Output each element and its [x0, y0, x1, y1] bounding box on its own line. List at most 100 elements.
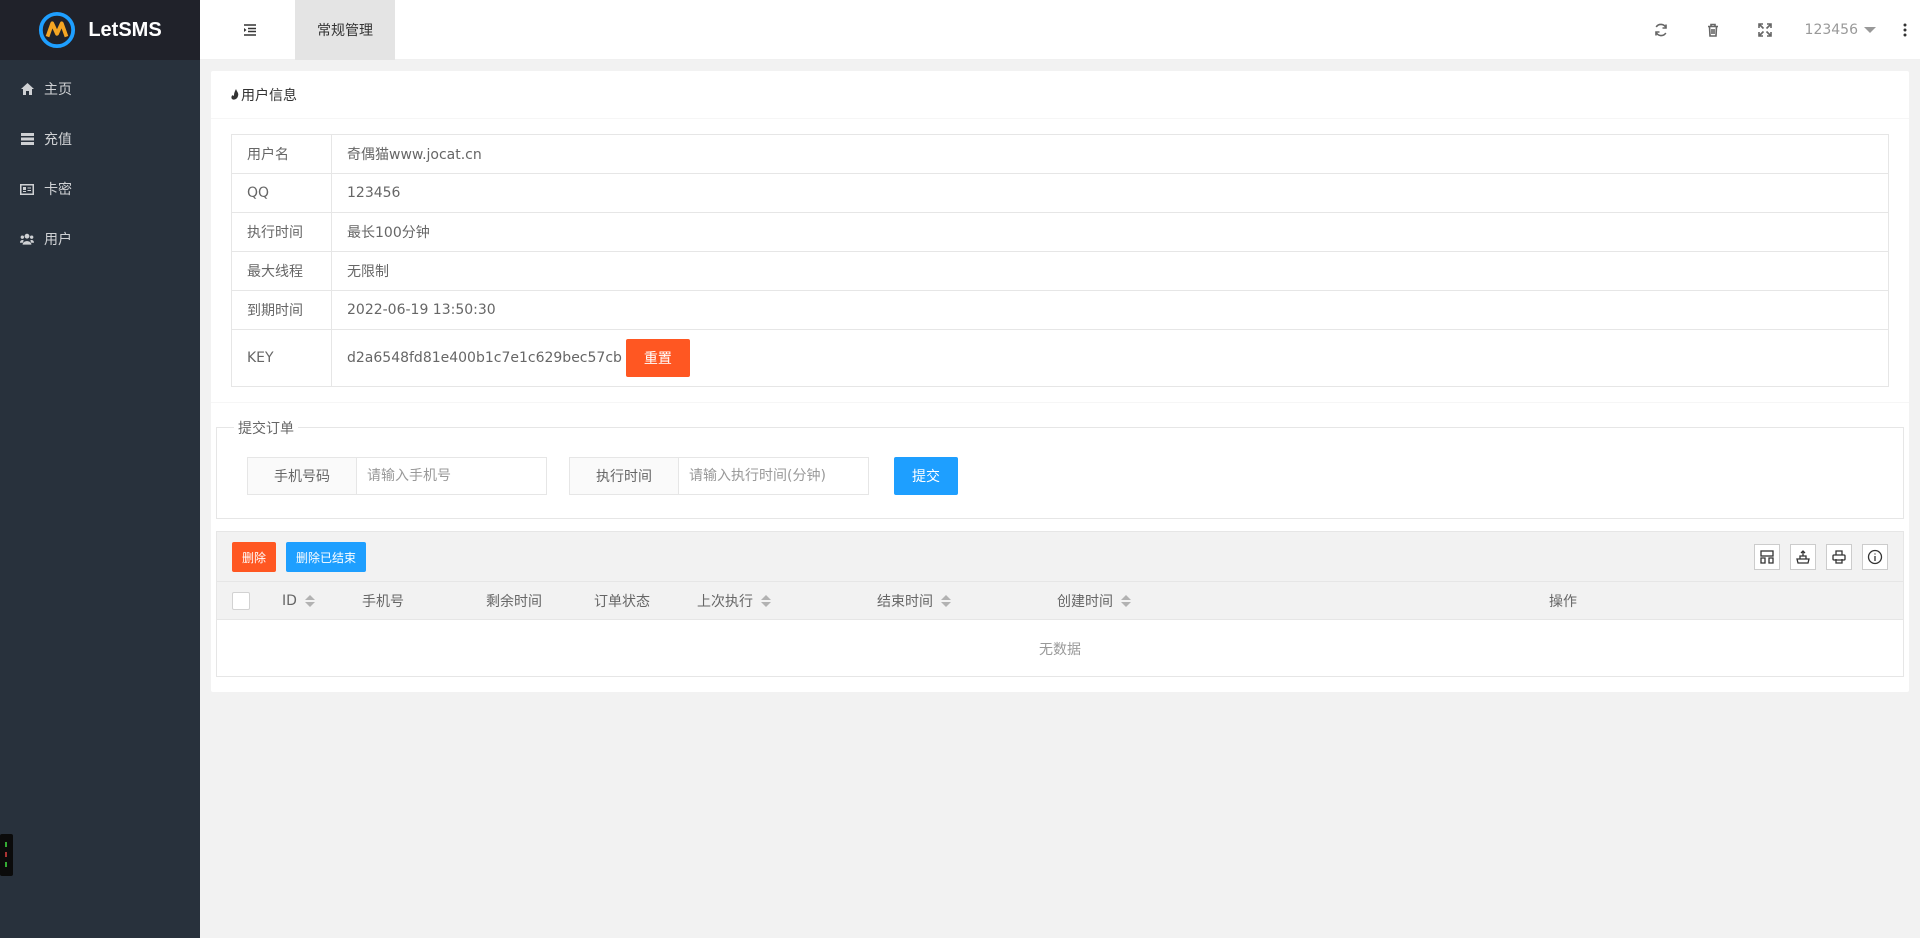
header-actions: 123456 [1635, 0, 1920, 60]
sort-icon [304, 595, 315, 607]
sidebar-item-label: 主页 [44, 82, 72, 98]
export-icon [1796, 550, 1810, 564]
row-label: 用户名 [231, 134, 332, 174]
side-widget[interactable] [0, 834, 13, 876]
user-menu[interactable]: 123456 [1791, 0, 1890, 60]
row-value: 2022-06-19 13:50:30 [331, 290, 1889, 330]
column-header-phone: 手机号 [362, 582, 404, 620]
fire-icon [231, 89, 239, 100]
column-header-remaining: 剩余时间 [486, 582, 542, 620]
order-form: 提交订单 手机号码 执行时间 提交 [216, 418, 1904, 519]
row-value: 奇偶猫www.jocat.cn [331, 134, 1889, 174]
time-input[interactable] [679, 458, 868, 494]
column-header-actions: 操作 [1549, 582, 1577, 620]
table-row: KEY d2a6548fd81e400b1c7e1c629bec57cb 重置 [231, 329, 1889, 387]
top-header: 常规管理 123456 [200, 0, 1920, 60]
row-value: 无限制 [331, 251, 1889, 291]
sidebar-item-cards[interactable]: 卡密 [0, 164, 200, 214]
phone-input-group: 手机号码 [247, 457, 547, 495]
column-header-id[interactable]: ID [282, 582, 315, 620]
select-all-checkbox[interactable] [232, 592, 250, 610]
table-header: ID 手机号 剩余时间 订单状态 上次执行 结束时间 创建时间 操作 [217, 582, 1903, 620]
sidebar-item-home[interactable]: 主页 [0, 64, 200, 114]
server-icon [20, 132, 34, 146]
columns-icon [1760, 550, 1774, 564]
column-label: 结束时间 [877, 594, 933, 610]
row-value-cell: d2a6548fd81e400b1c7e1c629bec57cb 重置 [331, 329, 1889, 387]
column-label: 创建时间 [1057, 594, 1113, 610]
columns-button[interactable] [1754, 544, 1780, 570]
sort-icon [1121, 595, 1131, 607]
column-header-end-time[interactable]: 结束时间 [877, 582, 951, 620]
sidebar-item-label: 卡密 [44, 182, 72, 198]
fullscreen-icon [1757, 23, 1772, 37]
api-key-value: d2a6548fd81e400b1c7e1c629bec57cb [347, 350, 622, 366]
sidebar-item-label: 用户 [44, 232, 72, 248]
column-header-last-run[interactable]: 上次执行 [697, 582, 771, 620]
logo[interactable]: LetSMS [0, 0, 200, 60]
delete-button[interactable]: 删除 [232, 542, 276, 572]
row-value: 123456 [331, 173, 1889, 213]
row-label: KEY [231, 329, 332, 387]
tab-general-management[interactable]: 常规管理 [295, 0, 395, 60]
clear-cache-button[interactable] [1687, 0, 1739, 60]
table-row: 用户名 奇偶猫www.jocat.cn [231, 134, 1889, 174]
refresh-button[interactable] [1635, 0, 1687, 60]
sidebar-item-recharge[interactable]: 充值 [0, 114, 200, 164]
column-label: 订单状态 [594, 594, 650, 610]
phone-input[interactable] [357, 458, 546, 494]
print-icon [1832, 550, 1846, 564]
divider [211, 402, 1909, 403]
card-header: 用户信息 [211, 71, 1909, 119]
trash-icon [1707, 23, 1718, 37]
export-button[interactable] [1790, 544, 1816, 570]
sort-icon [941, 595, 951, 607]
id-card-icon [20, 182, 34, 196]
card-title: 用户信息 [241, 87, 297, 104]
more-button[interactable] [1890, 0, 1920, 60]
home-icon [20, 82, 34, 96]
time-input-group: 执行时间 [569, 457, 869, 495]
row-label: 最大线程 [231, 251, 332, 291]
column-label: 操作 [1549, 594, 1577, 610]
phone-label: 手机号码 [248, 458, 357, 494]
refresh-icon [1654, 23, 1667, 37]
table-row: 最大线程 无限制 [231, 251, 1889, 291]
users-icon [20, 232, 34, 246]
row-label: 执行时间 [231, 212, 332, 252]
time-label: 执行时间 [570, 458, 679, 494]
reset-key-button[interactable]: 重置 [625, 339, 690, 377]
table-row: QQ 123456 [231, 173, 1889, 213]
app-name: LetSMS [88, 18, 162, 41]
print-button[interactable] [1826, 544, 1852, 570]
table-row: 到期时间 2022-06-19 13:50:30 [231, 290, 1889, 330]
empty-state: 无数据 [1039, 642, 1081, 658]
sidebar-item-label: 充值 [44, 132, 72, 148]
logo-icon [39, 11, 76, 49]
menu-toggle-icon[interactable] [242, 22, 258, 38]
column-header-created[interactable]: 创建时间 [1057, 582, 1131, 620]
table-tools [1744, 544, 1888, 570]
username: 123456 [1804, 22, 1858, 38]
sidebar-item-users[interactable]: 用户 [0, 214, 200, 264]
order-form-legend: 提交订单 [234, 418, 298, 438]
main-card: 用户信息 用户名 奇偶猫www.jocat.cn QQ 123456 执行时间 … [211, 71, 1909, 692]
info-button[interactable] [1862, 544, 1888, 570]
sidebar: LetSMS 主页 充值 卡密 用户 [0, 0, 200, 938]
fullscreen-button[interactable] [1739, 0, 1791, 60]
submit-button[interactable]: 提交 [894, 457, 958, 495]
sort-icon [761, 595, 771, 607]
column-label: 上次执行 [697, 594, 753, 610]
chevron-down-icon [1864, 27, 1876, 33]
column-label: 剩余时间 [486, 594, 542, 610]
table-row: 执行时间 最长100分钟 [231, 212, 1889, 252]
column-header-status: 订单状态 [594, 582, 650, 620]
row-label: 到期时间 [231, 290, 332, 330]
column-label: 手机号 [362, 594, 404, 610]
orders-table-panel: 删除 删除已结束 ID 手机号 剩余时间 订单状态 上次执行 结束时间 创建时间… [216, 531, 1904, 677]
delete-finished-button[interactable]: 删除已结束 [286, 542, 366, 572]
info-icon [1867, 549, 1883, 565]
row-value: 最长100分钟 [331, 212, 1889, 252]
table-toolbar: 删除 删除已结束 [217, 532, 1903, 582]
sidebar-nav: 主页 充值 卡密 用户 [0, 60, 200, 264]
